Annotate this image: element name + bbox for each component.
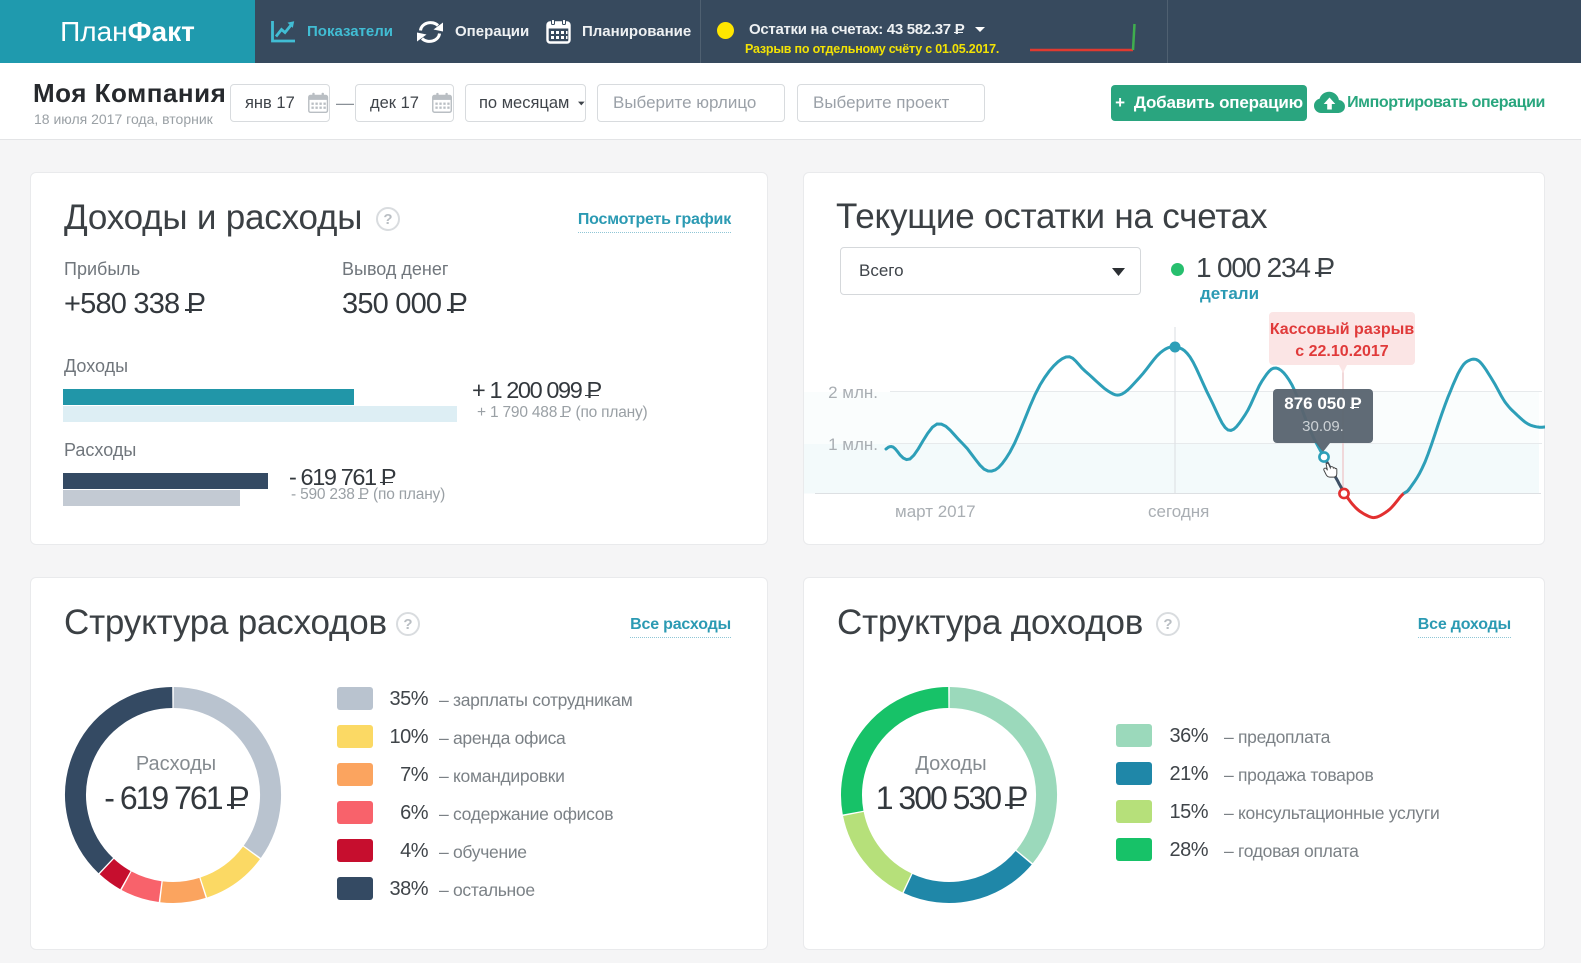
svg-text:Кассовый разрыв: Кассовый разрыв [1270, 321, 1414, 338]
svg-text:сегодня: сегодня [1148, 502, 1209, 521]
svg-text:1 млн.: 1 млн. [828, 435, 878, 454]
svg-text:март 2017: март 2017 [895, 502, 976, 521]
svg-text:с 22.10.2017: с 22.10.2017 [1295, 343, 1389, 360]
svg-text:2 млн.: 2 млн. [828, 383, 878, 402]
